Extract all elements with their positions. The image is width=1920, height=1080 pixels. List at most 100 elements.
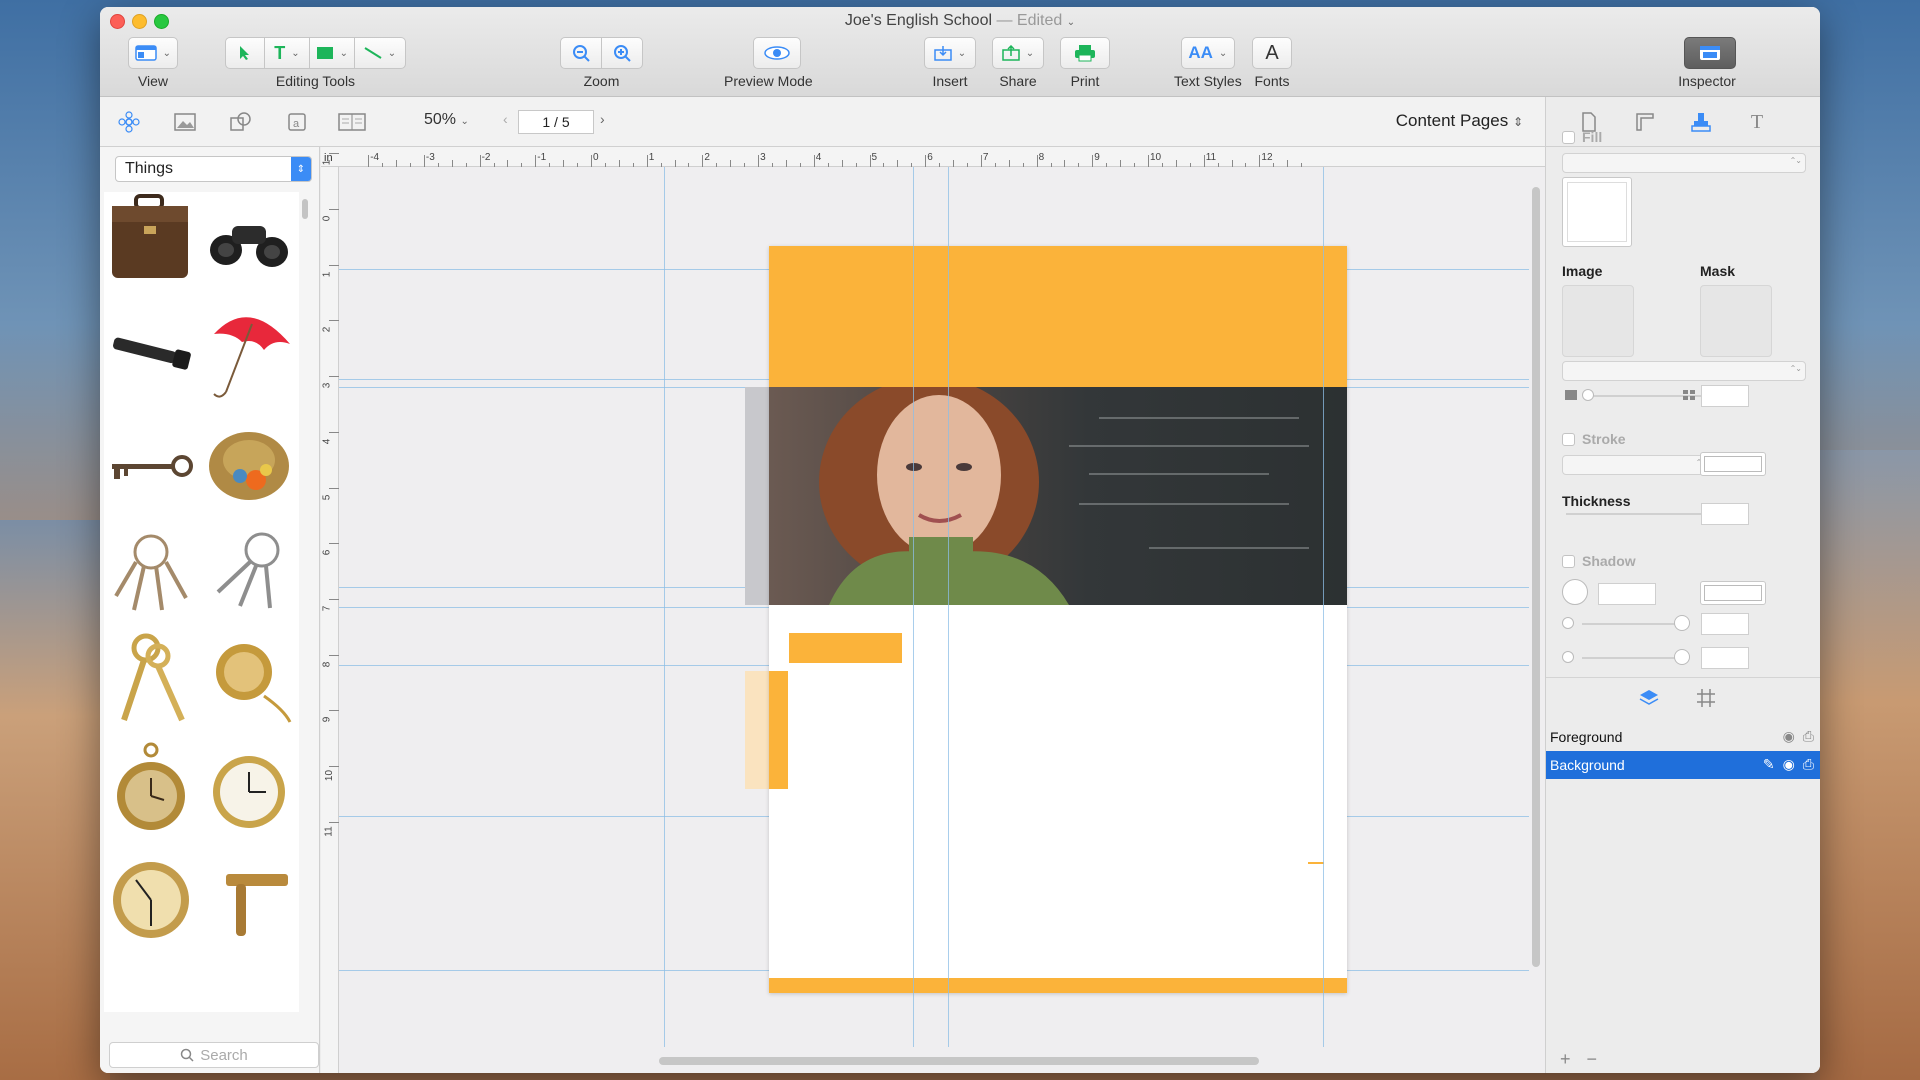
shadow-angle-field[interactable] (1598, 583, 1656, 605)
printer-icon[interactable]: ⎙ (1803, 756, 1814, 773)
image-scale-field[interactable] (1701, 385, 1749, 407)
stroke-color-well[interactable] (1700, 452, 1766, 476)
library-item-key-ring[interactable] (106, 522, 196, 622)
shadow-angle-dial[interactable] (1562, 579, 1588, 605)
library-item-pocket-watch[interactable] (106, 740, 196, 840)
select-tool-button[interactable] (225, 37, 265, 69)
library-item-binoculars[interactable] (204, 192, 294, 292)
thickness-field[interactable] (1701, 503, 1749, 525)
fill-type-popup[interactable] (1562, 153, 1806, 173)
share-button[interactable]: ⌄ (992, 37, 1044, 69)
slider-knob[interactable] (1582, 389, 1594, 401)
library-scrollbar[interactable] (302, 199, 308, 219)
library-tab-things[interactable] (114, 107, 144, 137)
line-tool-button[interactable]: ⌄ (354, 37, 406, 69)
library-item-pocket-watch[interactable] (106, 850, 196, 950)
insert-button[interactable]: ⌄ (924, 37, 976, 69)
guide-line[interactable] (948, 167, 949, 1047)
printer-icon[interactable]: ⎙ (1803, 728, 1814, 745)
library-search-input[interactable]: Search (109, 1042, 319, 1068)
shadow-color-well[interactable] (1700, 581, 1766, 605)
shadow-blur-slider[interactable] (1582, 657, 1682, 659)
horizontal-ruler[interactable]: in -4 -3 -2 -1 0 1 2 3 4 5 6 7 8 9 10 11 12 (321, 147, 1545, 167)
fill-checkbox[interactable] (1562, 131, 1575, 144)
text-styles-toolbar-item[interactable]: AA ⌄ Text Styles (1174, 37, 1242, 89)
image-scaling-popup[interactable] (1562, 361, 1806, 381)
layers-icon[interactable] (1638, 688, 1660, 708)
fonts-button[interactable]: A (1252, 37, 1292, 69)
print-toolbar-item[interactable]: Print (1060, 37, 1110, 89)
stroke-style-popup[interactable] (1562, 455, 1712, 475)
orange-side-bar[interactable] (769, 671, 788, 789)
fonts-toolbar-item[interactable]: A Fonts (1252, 37, 1292, 89)
library-item-pocket-watch[interactable] (204, 630, 294, 730)
grid-icon[interactable] (1696, 688, 1716, 708)
insert-toolbar-item[interactable]: ⌄ Insert (924, 37, 976, 89)
view-toolbar-item[interactable]: ⌄ View (128, 37, 178, 89)
shape-tool-button[interactable]: ⌄ (309, 37, 355, 69)
guide-line[interactable] (664, 167, 665, 1047)
library-item-pocket-watch[interactable] (204, 740, 294, 840)
text-inspector-tab[interactable]: T (1742, 107, 1772, 137)
page-number-field[interactable]: 1 / 5 (518, 110, 594, 134)
footer-orange-band[interactable] (769, 978, 1347, 993)
orange-label-box[interactable] (789, 633, 902, 663)
print-button[interactable] (1060, 37, 1110, 69)
zoom-in-button[interactable] (601, 37, 643, 69)
library-category-select[interactable]: Things ⇕ (115, 156, 312, 182)
mask-well[interactable] (1700, 285, 1772, 357)
orange-dash[interactable] (1308, 862, 1324, 864)
previous-page-button[interactable]: ‹ (503, 111, 508, 127)
zoom-level-select[interactable]: 50% ⌄ (424, 111, 469, 129)
library-tab-shapes[interactable] (226, 107, 256, 137)
view-button[interactable]: ⌄ (128, 37, 178, 69)
library-tab-images[interactable] (170, 107, 200, 137)
page-set-select[interactable]: Content Pages ⇕ (1396, 111, 1523, 131)
image-well[interactable] (1562, 285, 1634, 357)
next-page-button[interactable]: › (600, 111, 605, 127)
preview-mode-toolbar-item[interactable]: Preview Mode (724, 37, 813, 89)
library-item-skeleton-key[interactable] (106, 414, 196, 514)
inspector-toolbar-item[interactable]: Inspector (1678, 37, 1736, 89)
toggle-page-view-button[interactable] (334, 107, 370, 137)
remove-layer-button[interactable]: − (1587, 1049, 1598, 1070)
shadow-offset-slider[interactable] (1582, 623, 1682, 625)
header-orange-band[interactable] (769, 246, 1347, 387)
preview-mode-button[interactable] (753, 37, 802, 69)
text-tool-button[interactable]: T ⌄ (264, 37, 310, 69)
fill-color-well[interactable] (1562, 177, 1632, 247)
zoom-out-button[interactable] (560, 37, 602, 69)
share-toolbar-item[interactable]: ⌄ Share (992, 37, 1044, 89)
library-item-hat[interactable] (204, 414, 294, 514)
library-item-flashlight[interactable] (106, 304, 196, 404)
shadow-blur-field[interactable] (1701, 647, 1749, 669)
vertical-ruler[interactable]: 1 0 1 2 3 4 5 6 7 8 9 10 11 (321, 153, 339, 1073)
library-item-briefcase[interactable] (106, 192, 196, 292)
stroke-checkbox[interactable] (1562, 433, 1575, 446)
thickness-slider[interactable] (1566, 513, 1716, 515)
pencil-icon[interactable]: ✎ (1763, 756, 1775, 773)
horizontal-scrollbar[interactable] (659, 1057, 1259, 1065)
chevron-down-icon[interactable]: ⌄ (1067, 17, 1075, 28)
layer-row-foreground[interactable]: Foreground ◉ ⎙ (1546, 723, 1820, 751)
library-item-razor[interactable] (204, 850, 294, 950)
shadow-checkbox[interactable] (1562, 555, 1575, 568)
layout-inspector-tab[interactable] (1630, 107, 1660, 137)
library-item-key-ring[interactable] (204, 522, 294, 622)
library-tab-text[interactable]: a (282, 107, 312, 137)
inspector-button[interactable] (1684, 37, 1736, 69)
guide-line[interactable] (1323, 167, 1324, 1047)
document-page[interactable] (769, 246, 1347, 993)
layer-row-background[interactable]: Background ✎ ◉ ⎙ (1546, 751, 1820, 779)
eye-icon[interactable]: ◉ (1783, 728, 1795, 745)
style-inspector-tab[interactable] (1686, 107, 1716, 137)
add-layer-button[interactable]: + (1560, 1049, 1571, 1070)
eye-icon[interactable]: ◉ (1783, 756, 1795, 773)
teacher-photo[interactable] (769, 387, 1347, 605)
guide-line[interactable] (913, 167, 914, 1047)
text-styles-button[interactable]: AA ⌄ (1180, 37, 1235, 69)
library-item-keys[interactable] (106, 630, 196, 730)
shadow-offset-field[interactable] (1701, 613, 1749, 635)
document-canvas[interactable]: in -4 -3 -2 -1 0 1 2 3 4 5 6 7 8 9 10 11 12 101234567891… (321, 147, 1563, 1073)
library-item-umbrella[interactable] (204, 304, 294, 404)
